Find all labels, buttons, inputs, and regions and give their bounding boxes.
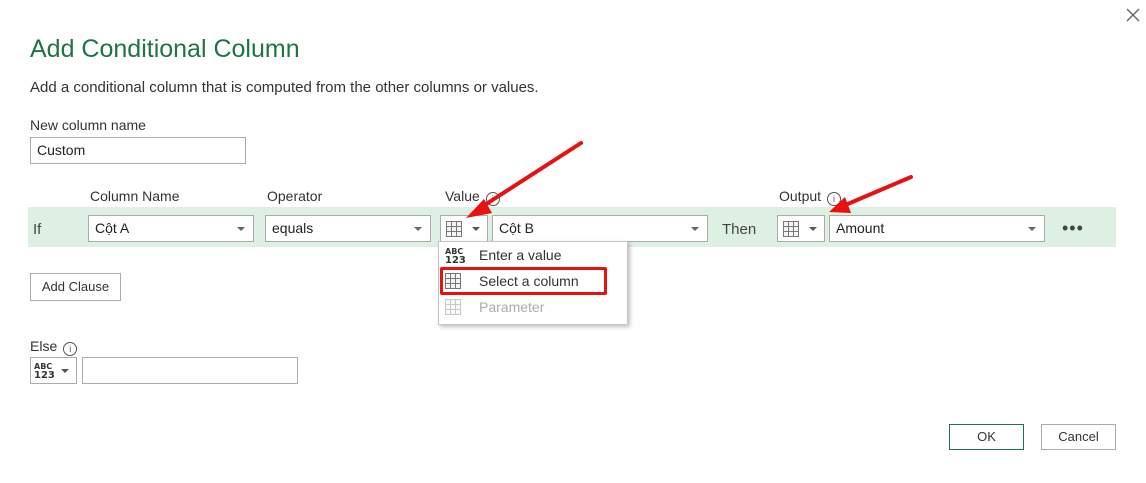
parameter-icon	[445, 299, 461, 315]
cancel-button[interactable]: Cancel	[1041, 424, 1116, 450]
menu-item-parameter: Parameter	[439, 294, 627, 320]
new-column-name-input[interactable]: Custom	[30, 137, 246, 164]
operator-value: equals	[272, 220, 314, 236]
chevron-down-icon	[472, 227, 480, 231]
chevron-down-icon	[414, 227, 422, 231]
column-name-header: Column Name	[90, 188, 180, 204]
menu-item-enter-value[interactable]: ABC 123 Enter a value	[439, 242, 627, 268]
else-label: Else	[30, 338, 58, 354]
close-icon[interactable]	[1124, 6, 1142, 24]
value-type-button[interactable]	[440, 215, 488, 242]
dialog-subtitle: Add a conditional column that is compute…	[30, 79, 539, 96]
value-column-dropdown[interactable]: Cột B	[492, 215, 708, 242]
table-column-icon	[446, 221, 462, 237]
else-value-input[interactable]	[82, 357, 298, 384]
if-label: If	[33, 221, 42, 238]
output-header-label: Output	[779, 188, 822, 204]
else-type-button[interactable]: ABC 123	[30, 357, 77, 384]
menu-item-label: Enter a value	[479, 247, 562, 263]
table-column-icon	[783, 221, 799, 237]
info-icon[interactable]: i	[827, 192, 842, 206]
else-header: Else i	[30, 338, 78, 356]
dialog-title: Add Conditional Column	[30, 35, 300, 63]
ok-button[interactable]: OK	[949, 424, 1024, 450]
value-header-label: Value	[445, 188, 480, 204]
chevron-down-icon	[691, 227, 699, 231]
abc-123-icon: ABC 123	[445, 247, 466, 266]
menu-item-label: Parameter	[479, 299, 545, 315]
column-name-value: Cột A	[95, 220, 130, 236]
info-icon[interactable]: i	[63, 342, 78, 356]
output-column-dropdown[interactable]: Amount	[829, 215, 1045, 242]
chevron-down-icon	[61, 369, 69, 373]
annotation-highlight-box	[440, 267, 607, 295]
chevron-down-icon	[1028, 227, 1036, 231]
output-type-button[interactable]	[777, 215, 825, 242]
output-header: Output i	[779, 188, 842, 206]
add-clause-button[interactable]: Add Clause	[30, 273, 121, 301]
output-column-value: Amount	[836, 220, 885, 236]
chevron-down-icon	[809, 227, 817, 231]
then-label: Then	[722, 221, 757, 238]
operator-dropdown[interactable]: equals	[265, 215, 431, 242]
chevron-down-icon	[237, 227, 245, 231]
value-column-value: Cột B	[499, 220, 535, 236]
operator-header: Operator	[267, 188, 323, 204]
new-column-name-label: New column name	[30, 117, 146, 133]
abc-123-icon: ABC 123	[34, 362, 55, 381]
column-name-dropdown[interactable]: Cột A	[88, 215, 254, 242]
value-header: Value i	[445, 188, 500, 206]
more-options-button[interactable]: •••	[1062, 218, 1084, 239]
info-icon[interactable]: i	[485, 192, 500, 206]
